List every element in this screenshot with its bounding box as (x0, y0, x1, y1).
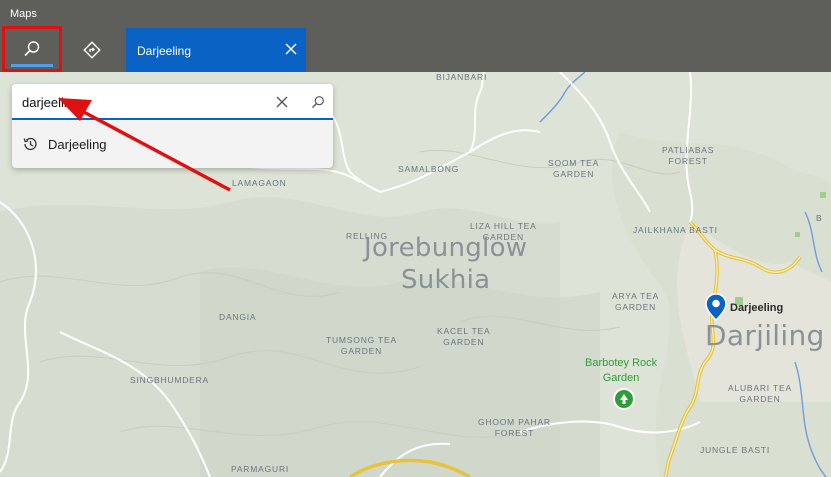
place-label: DANGIA (219, 312, 257, 322)
place-label: SOOM TEA GARDEN (548, 158, 600, 179)
directions-button[interactable] (62, 28, 122, 72)
place-label: LAMAGAON (232, 178, 287, 188)
search-panel: Darjeeling (12, 84, 333, 168)
toolbar: Darjeeling (0, 26, 831, 72)
search-input[interactable] (22, 92, 262, 112)
search-box (12, 84, 333, 120)
clear-search-button[interactable] (272, 92, 292, 112)
place-label: JUNGLE BASTI (700, 445, 771, 455)
suggestion-label: Darjeeling (48, 136, 107, 152)
tree-icon (620, 394, 628, 404)
place-label: ALUBARI TEA GARDEN (728, 383, 792, 404)
submit-search-button[interactable] (308, 92, 328, 112)
place-label: BIJANBARI (436, 72, 488, 82)
place-label: SAMALBONG (398, 164, 460, 174)
active-indicator (11, 64, 53, 67)
app-title: Maps (10, 8, 37, 20)
tab-close-button[interactable] (282, 40, 300, 58)
tab-darjeeling[interactable]: Darjeeling (126, 28, 306, 72)
poi-label[interactable]: Barbotey Rock Garden (585, 356, 657, 386)
search-suggestion[interactable]: Darjeeling (12, 122, 333, 166)
poi-marker[interactable] (613, 388, 635, 410)
place-label: PATLIABAS FOREST (662, 145, 715, 166)
place-label: JAILKHANA BASTI (633, 225, 718, 235)
search-icon (312, 96, 324, 108)
pin-label: Darjeeling (730, 302, 784, 314)
location-pin[interactable] (705, 293, 727, 326)
place-label: B (816, 213, 823, 223)
place-label: SINGBHUMDERA (130, 375, 210, 385)
place-label: KACEL TEA GARDEN (437, 326, 491, 347)
tab-label: Darjeeling (137, 44, 192, 58)
close-icon (285, 43, 297, 55)
history-icon (21, 135, 39, 153)
title-bar: Maps (0, 0, 831, 28)
search-button[interactable] (2, 26, 62, 72)
location-pin-icon (705, 293, 727, 322)
place-label: ARYA TEA GARDEN (612, 291, 660, 312)
region-label: Jorebunglow Sukhia (364, 233, 528, 295)
place-label: GHOOM PAHAR FOREST (478, 417, 551, 438)
place-label: PARMAGURI (231, 464, 290, 474)
close-icon (276, 96, 288, 108)
directions-icon (83, 41, 101, 59)
search-icon (24, 41, 40, 57)
place-label: TUMSONG TEA GARDEN (326, 335, 397, 356)
